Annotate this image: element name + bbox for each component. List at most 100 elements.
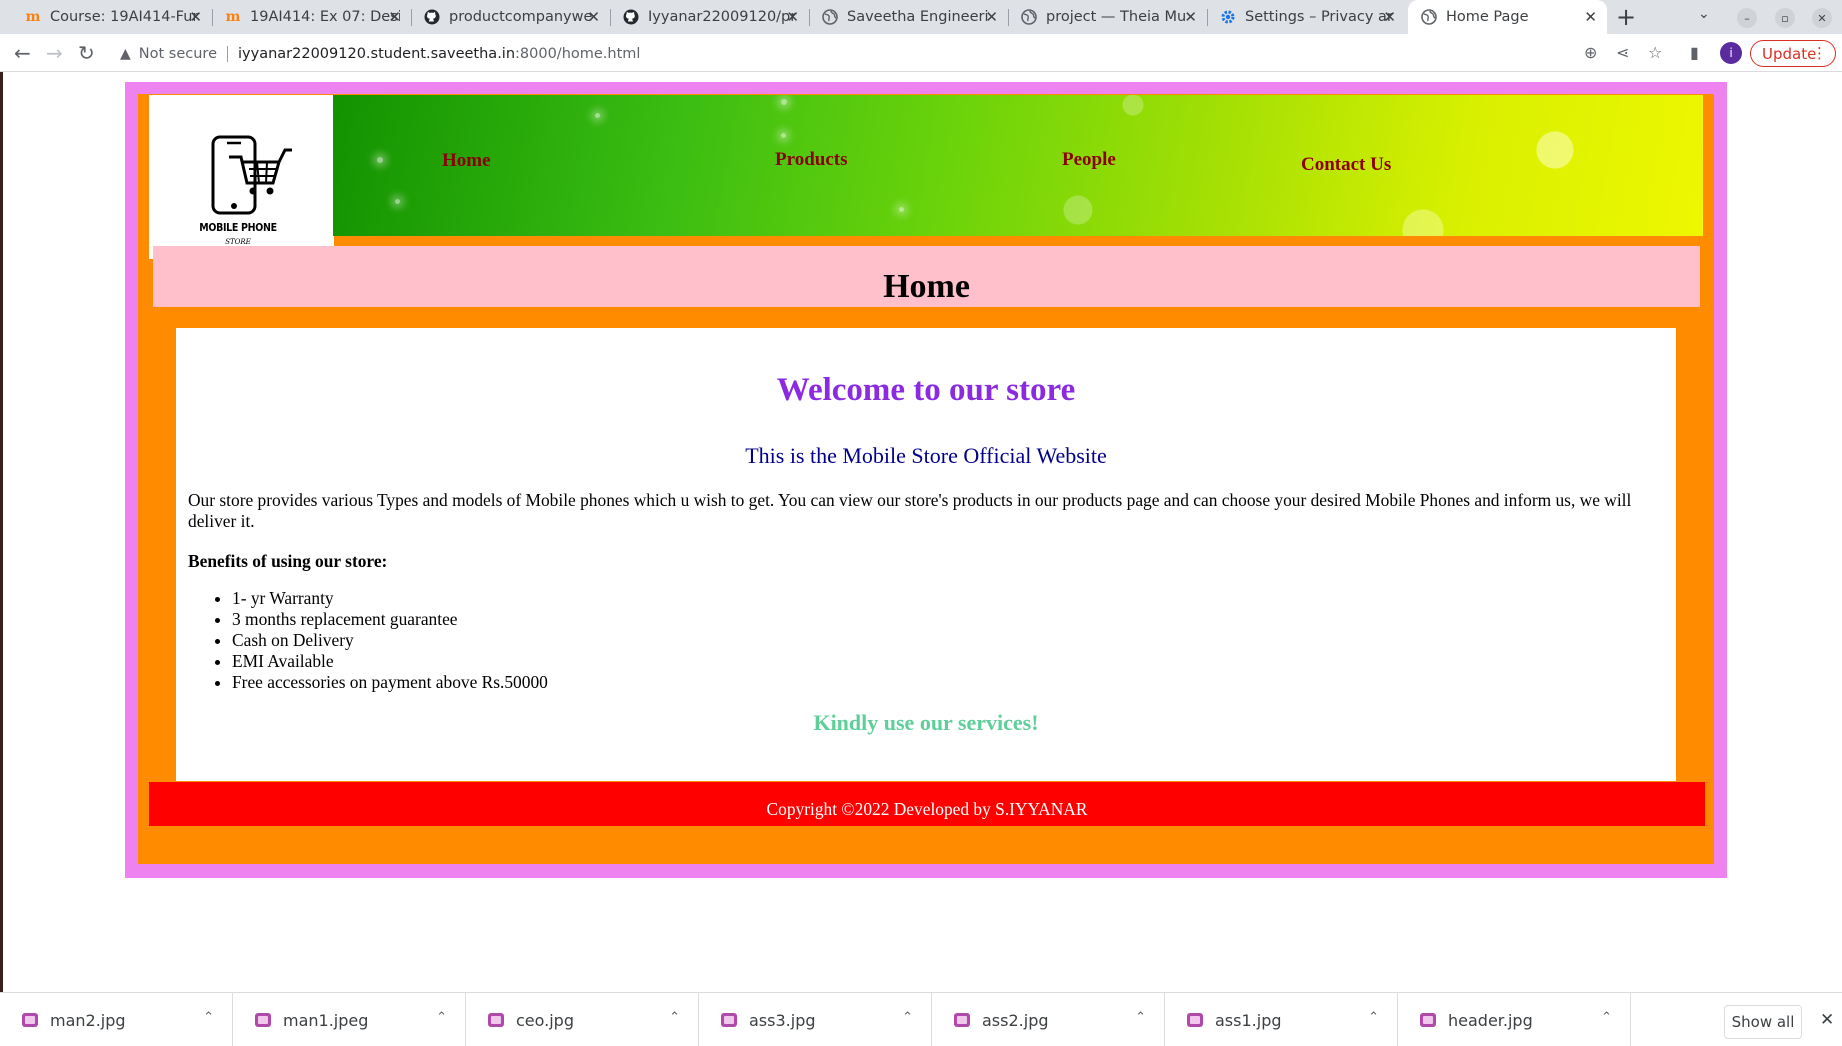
close-icon[interactable]: ✕ xyxy=(189,8,202,26)
new-tab-button[interactable]: + xyxy=(1616,3,1636,31)
tab-title: Iyyanar22009120/pr xyxy=(648,9,797,25)
reload-icon[interactable]: ↻ xyxy=(78,41,95,65)
image-file-icon xyxy=(1420,1013,1436,1027)
download-item[interactable]: man2.jpg ⌃ xyxy=(0,993,233,1046)
download-item[interactable]: ceo.jpg ⌃ xyxy=(466,993,699,1046)
browser-tab-active[interactable]: Home Page ✕ xyxy=(1408,0,1607,34)
update-button[interactable]: Update ⋮ xyxy=(1750,40,1836,67)
nav-contact-us[interactable]: Contact Us xyxy=(1301,154,1391,176)
store-logo[interactable]: MOBILE PHONE STORE xyxy=(149,95,334,259)
list-item: EMI Available xyxy=(232,651,548,672)
image-file-icon xyxy=(954,1013,970,1027)
browser-tab[interactable]: m Course: 19AI414-Fur ✕ xyxy=(12,0,212,34)
back-arrow-icon[interactable]: ← xyxy=(14,41,31,65)
download-filename: header.jpg xyxy=(1448,1010,1533,1030)
download-filename: ass2.jpg xyxy=(982,1010,1049,1030)
benefits-list: 1- yr Warranty 3 months replacement guar… xyxy=(232,588,548,693)
chevron-up-icon[interactable]: ⌃ xyxy=(436,1010,447,1025)
list-item: 3 months replacement guarantee xyxy=(232,609,548,630)
banner-sparkle xyxy=(899,207,904,212)
nav-people[interactable]: People xyxy=(1062,149,1116,171)
github-icon xyxy=(622,8,640,26)
tab-title: productcompanywe xyxy=(449,9,593,25)
main-content: Welcome to our store This is the Mobile … xyxy=(176,328,1676,781)
tab-title: Home Page xyxy=(1446,9,1529,25)
download-item[interactable]: header.jpg ⌃ xyxy=(1398,993,1631,1046)
close-icon[interactable]: ✕ xyxy=(1184,8,1197,26)
address-bar[interactable]: ▲ Not secure iyyanar22009120.student.sav… xyxy=(120,43,640,65)
image-file-icon xyxy=(1187,1013,1203,1027)
browser-tab[interactable]: productcompanywe ✕ xyxy=(411,0,610,34)
download-filename: ass1.jpg xyxy=(1215,1010,1282,1030)
browser-tab[interactable]: Settings – Privacy ar ✕ xyxy=(1207,0,1406,34)
forward-arrow-icon[interactable]: → xyxy=(46,41,63,65)
download-item[interactable]: ass1.jpg ⌃ xyxy=(1165,993,1398,1046)
chevron-up-icon[interactable]: ⌃ xyxy=(1601,1010,1612,1025)
warning-icon[interactable]: ▲ xyxy=(120,46,131,62)
close-icon[interactable]: ✕ xyxy=(985,8,998,26)
share-icon[interactable]: ⋖ xyxy=(1616,43,1629,62)
copyright-text: Copyright ©2022 Developed by S.IYYANAR xyxy=(766,799,1088,819)
logo-text: MOBILE PHONE xyxy=(199,222,277,234)
chevron-up-icon[interactable]: ⌃ xyxy=(203,1010,214,1025)
logo-subtext: STORE xyxy=(225,238,251,246)
address-divider xyxy=(227,46,228,62)
nav-home[interactable]: Home xyxy=(442,150,491,172)
bookmark-star-icon[interactable]: ☆ xyxy=(1648,43,1662,62)
phone-cart-icon xyxy=(211,135,292,215)
page-title: Home xyxy=(883,268,970,305)
page-footer: Copyright ©2022 Developed by S.IYYANAR xyxy=(149,782,1705,826)
image-file-icon xyxy=(721,1013,737,1027)
tab-title: project — Theia Mu xyxy=(1046,9,1187,25)
chevron-up-icon[interactable]: ⌃ xyxy=(902,1010,913,1025)
nav-products[interactable]: Products xyxy=(775,149,847,171)
chevron-up-icon[interactable]: ⌃ xyxy=(669,1010,680,1025)
chevron-up-icon[interactable]: ⌃ xyxy=(1368,1010,1379,1025)
close-icon[interactable]: ✕ xyxy=(1820,1010,1834,1030)
profile-avatar[interactable]: i xyxy=(1720,42,1742,64)
benefits-heading: Benefits of using our store: xyxy=(188,551,388,571)
tab-strip: m Course: 19AI414-Fur ✕ m 19AI414: Ex 07… xyxy=(0,0,1842,34)
image-file-icon xyxy=(488,1013,504,1027)
download-item[interactable]: man1.jpeg ⌃ xyxy=(233,993,466,1046)
browser-tab[interactable]: project — Theia Mu ✕ xyxy=(1008,0,1207,34)
zoom-icon[interactable]: ⊕ xyxy=(1584,43,1597,62)
url-host[interactable]: iyyanar22009120.student.saveetha.in xyxy=(238,46,515,62)
intro-paragraph: Our store provides various Types and mod… xyxy=(188,490,1632,531)
browser-tab[interactable]: m 19AI414: Ex 07: Desi ✕ xyxy=(212,0,411,34)
url-path[interactable]: :8000/home.html xyxy=(515,46,640,62)
list-item: Cash on Delivery xyxy=(232,630,548,651)
side-panel-icon[interactable]: ▮ xyxy=(1690,43,1699,62)
banner-sparkle xyxy=(595,113,600,118)
close-icon[interactable]: ✕ xyxy=(786,8,799,26)
close-icon[interactable]: ✕ xyxy=(388,8,401,26)
image-file-icon xyxy=(22,1013,38,1027)
download-filename: ass3.jpg xyxy=(749,1010,816,1030)
tab-search-icon[interactable]: ⌄ xyxy=(1698,6,1710,22)
download-item[interactable]: ass3.jpg ⌃ xyxy=(699,993,932,1046)
closing-message: Kindly use our services! xyxy=(813,710,1039,735)
tab-title: Settings – Privacy ar xyxy=(1245,9,1393,25)
show-all-button[interactable]: Show all xyxy=(1724,1005,1802,1039)
download-filename: man2.jpg xyxy=(50,1010,126,1030)
close-icon[interactable]: ✕ xyxy=(1584,8,1597,26)
banner-sparkle xyxy=(781,99,787,105)
browser-tab[interactable]: Iyyanar22009120/pr ✕ xyxy=(610,0,809,34)
close-icon[interactable]: ✕ xyxy=(587,8,600,26)
globe-icon xyxy=(821,8,839,26)
minimize-icon[interactable]: – xyxy=(1737,8,1757,28)
update-label: Update xyxy=(1762,44,1817,63)
close-icon[interactable]: ✕ xyxy=(1383,8,1396,26)
more-menu-icon[interactable]: ⋮ xyxy=(1812,44,1827,62)
tab-title: Course: 19AI414-Fur xyxy=(50,9,199,25)
window-close-icon[interactable]: ✕ xyxy=(1812,8,1832,28)
download-filename: man1.jpeg xyxy=(283,1010,369,1030)
banner-sparkle xyxy=(377,157,383,163)
chevron-up-icon[interactable]: ⌃ xyxy=(1135,1010,1146,1025)
security-label[interactable]: Not secure xyxy=(139,46,217,62)
browser-tab[interactable]: Saveetha Engineeri ✕ xyxy=(809,0,1008,34)
tab-title: Saveetha Engineeri xyxy=(847,9,989,25)
restore-icon[interactable]: ▫ xyxy=(1775,8,1795,28)
download-item[interactable]: ass2.jpg ⌃ xyxy=(932,993,1165,1046)
globe-icon xyxy=(1020,8,1038,26)
